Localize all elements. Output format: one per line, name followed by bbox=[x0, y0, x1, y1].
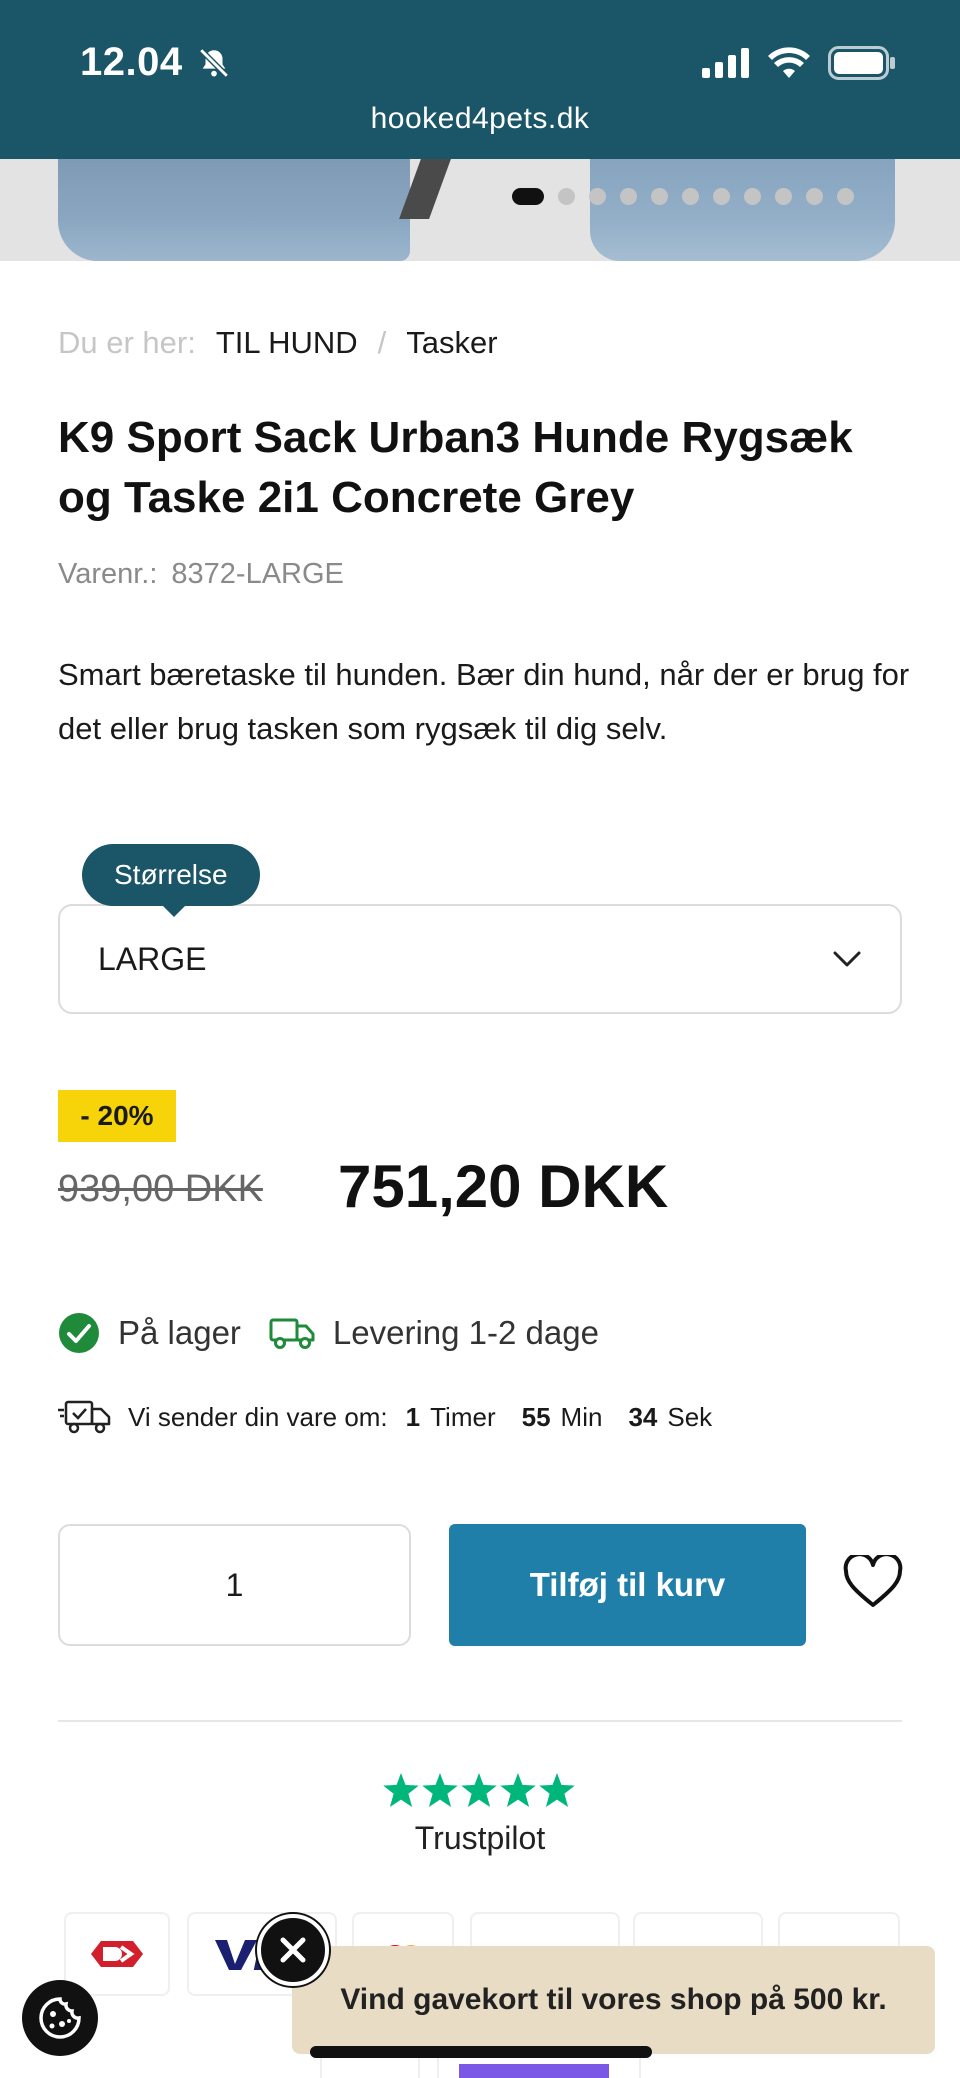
countdown-hours-unit: Timer bbox=[430, 1401, 496, 1432]
product-sku: Varenr.: 8372-LARGE bbox=[58, 558, 344, 591]
cookie-settings-button[interactable] bbox=[22, 1980, 98, 2056]
star-icon bbox=[422, 1773, 458, 1807]
sku-value: 8372-LARGE bbox=[171, 558, 344, 590]
signal-icon bbox=[702, 48, 749, 78]
carousel-dot[interactable] bbox=[558, 188, 575, 205]
trustpilot-label[interactable]: Trustpilot bbox=[0, 1820, 960, 1857]
product-title: K9 Sport Sack Urban3 Hunde Rygsæk og Tas… bbox=[58, 413, 853, 522]
carousel-dot[interactable] bbox=[713, 188, 730, 205]
wifi-icon bbox=[768, 47, 810, 78]
countdown-minutes-unit: Min bbox=[560, 1401, 603, 1432]
bell-off-icon bbox=[198, 47, 229, 78]
cookie-icon bbox=[39, 1997, 81, 2039]
status-bar: 12.04 hooked4pets.dk bbox=[0, 0, 960, 159]
size-select[interactable]: LARGE bbox=[58, 904, 902, 1014]
sku-label: Varenr.: bbox=[58, 558, 158, 590]
countdown-seconds: 34 bbox=[628, 1401, 658, 1432]
chevron-down-icon bbox=[833, 951, 861, 967]
current-price: 751,20 DKK bbox=[338, 1153, 669, 1220]
countdown-hours: 1 bbox=[405, 1401, 421, 1432]
stock-status: På lager bbox=[118, 1314, 241, 1351]
product-image-left bbox=[58, 159, 410, 261]
countdown-seconds-unit: Sek bbox=[667, 1401, 713, 1432]
carousel-dots bbox=[512, 188, 854, 205]
discount-badge: - 20% bbox=[58, 1090, 176, 1142]
carousel-dot[interactable] bbox=[682, 188, 699, 205]
promo-banner[interactable]: Vind gavekort til vores shop på 500 kr. bbox=[292, 1946, 935, 2054]
breadcrumb: Du er her: TIL HUND / Tasker bbox=[58, 325, 498, 361]
battery-icon bbox=[828, 46, 895, 80]
add-to-cart-button[interactable]: Tilføj til kurv bbox=[449, 1524, 806, 1646]
check-circle-icon bbox=[58, 1312, 100, 1354]
carousel-dot[interactable] bbox=[589, 188, 606, 205]
carousel-dot[interactable] bbox=[775, 188, 792, 205]
time-text: 12.04 bbox=[80, 40, 183, 84]
countdown-label: Vi sender din vare om: bbox=[128, 1401, 388, 1432]
breadcrumb-separator: / bbox=[377, 325, 387, 360]
old-price: 939,00 DKK bbox=[58, 1168, 263, 1210]
breadcrumb-item-tasker[interactable]: Tasker bbox=[406, 325, 497, 361]
close-promo-button[interactable] bbox=[257, 1914, 329, 1986]
close-icon bbox=[280, 1937, 306, 1963]
home-indicator[interactable] bbox=[310, 2046, 652, 2058]
clock: 12.04 bbox=[80, 40, 231, 85]
delivery-truck-icon bbox=[269, 1316, 315, 1350]
star-icon bbox=[461, 1773, 497, 1807]
product-image-carousel[interactable] bbox=[0, 159, 960, 261]
wishlist-heart-icon[interactable] bbox=[843, 1552, 903, 1614]
section-divider bbox=[58, 1720, 902, 1722]
breadcrumb-item-til-hund[interactable]: TIL HUND bbox=[216, 325, 358, 361]
size-label: Størrelse bbox=[82, 844, 260, 917]
carousel-dot[interactable] bbox=[806, 188, 823, 205]
stock-info: På lager Levering 1-2 dage bbox=[58, 1312, 599, 1354]
dankort-logo bbox=[64, 1912, 170, 1996]
carousel-dot[interactable] bbox=[744, 188, 761, 205]
url-bar[interactable]: hooked4pets.dk bbox=[0, 102, 960, 136]
product-image-right bbox=[590, 159, 895, 261]
carousel-dot-active[interactable] bbox=[512, 188, 544, 205]
carousel-dot[interactable] bbox=[651, 188, 668, 205]
trustpilot-stars[interactable] bbox=[383, 1773, 575, 1807]
product-description: Smart bæretaske til hunden. Bær din hund… bbox=[58, 657, 910, 746]
shipping-truck-icon bbox=[58, 1400, 111, 1434]
size-value: LARGE bbox=[98, 940, 207, 977]
quantity-input[interactable]: 1 bbox=[58, 1524, 411, 1646]
dankort-icon bbox=[91, 1941, 143, 1967]
star-icon bbox=[383, 1773, 419, 1807]
status-icons bbox=[702, 46, 896, 80]
breadcrumb-prefix: Du er her: bbox=[58, 325, 196, 360]
star-icon bbox=[539, 1773, 575, 1807]
countdown-minutes: 55 bbox=[521, 1401, 551, 1432]
delivery-time: Levering 1-2 dage bbox=[332, 1314, 599, 1351]
star-icon bbox=[500, 1773, 536, 1807]
carousel-dot[interactable] bbox=[620, 188, 637, 205]
carousel-dot[interactable] bbox=[837, 188, 854, 205]
shipping-countdown: Vi sender din vare om: 1 Timer 55 Min 34… bbox=[58, 1398, 720, 1436]
